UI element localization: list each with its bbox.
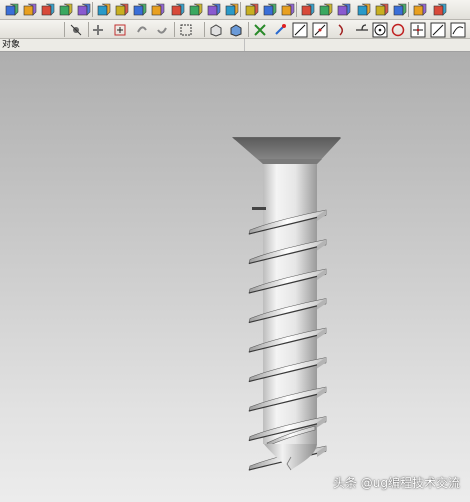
scale-icon[interactable]: [374, 2, 390, 18]
deselect-icon[interactable]: [90, 22, 106, 38]
cross-point-icon[interactable]: [410, 22, 426, 38]
boolean-icon[interactable]: [206, 2, 222, 18]
fit-icon[interactable]: [272, 22, 288, 38]
undo-select-icon[interactable]: [134, 22, 150, 38]
toolbar-separator: [174, 22, 175, 37]
feature-toolbar: [0, 0, 470, 20]
sketch-icon[interactable]: [4, 2, 20, 18]
patch-icon[interactable]: [432, 2, 448, 18]
arc-icon[interactable]: [334, 22, 350, 38]
offset-icon[interactable]: [244, 2, 260, 18]
wrap-icon[interactable]: [392, 2, 408, 18]
chamfer-icon[interactable]: [150, 2, 166, 18]
select-all-icon[interactable]: [68, 22, 84, 38]
shaded-icon[interactable]: [228, 22, 244, 38]
revolve-icon[interactable]: [40, 2, 56, 18]
watermark: 头条 @ug编程技术交流: [332, 476, 460, 490]
point-set-icon[interactable]: [252, 22, 268, 38]
circle-icon[interactable]: [390, 22, 406, 38]
emboss-icon[interactable]: [412, 2, 428, 18]
toolbar-separator: [88, 22, 89, 37]
screw-model[interactable]: [0, 52, 470, 502]
selection-bar: 对象: [0, 39, 470, 52]
view-cube-icon[interactable]: [208, 22, 224, 38]
toolbar-separator: [64, 22, 65, 37]
mirror-icon[interactable]: [336, 2, 352, 18]
thread-start-notch: [252, 207, 266, 210]
screw-tip: [264, 444, 317, 470]
face-icon[interactable]: [300, 2, 316, 18]
block-icon[interactable]: [114, 2, 130, 18]
toolbar-separator: [204, 22, 205, 37]
diagonal-line-icon[interactable]: [430, 22, 446, 38]
pattern-icon[interactable]: [76, 2, 92, 18]
line-tangent-icon[interactable]: [312, 22, 328, 38]
redo-select-icon[interactable]: [154, 22, 170, 38]
object-label: 对象: [2, 40, 21, 50]
divider: [244, 39, 245, 51]
extrude-icon[interactable]: [22, 2, 38, 18]
toolbar-separator: [248, 22, 249, 37]
ug-nx-window: 对象 头条 @ug编程技术交流: [0, 0, 470, 502]
box-select-icon[interactable]: [178, 22, 194, 38]
sew-icon[interactable]: [262, 2, 278, 18]
shell-icon[interactable]: [188, 2, 204, 18]
cylinder-icon[interactable]: [96, 2, 112, 18]
blend-icon[interactable]: [132, 2, 148, 18]
toolbar-separator: [92, 2, 93, 17]
toolbar-separator: [240, 2, 241, 17]
circle-center-icon[interactable]: [372, 22, 388, 38]
line-icon[interactable]: [292, 22, 308, 38]
hole-icon[interactable]: [170, 2, 186, 18]
graphics-viewport[interactable]: 头条 @ug编程技术交流: [0, 52, 470, 502]
thread-icon[interactable]: [280, 2, 296, 18]
move-icon[interactable]: [356, 2, 372, 18]
draft-icon[interactable]: [318, 2, 334, 18]
toolbar-separator: [296, 2, 297, 17]
snap-point-icon[interactable]: [112, 22, 128, 38]
datum-icon[interactable]: [58, 2, 74, 18]
curve-icon[interactable]: [450, 22, 466, 38]
selection-toolbar: [0, 20, 470, 56]
tangent-arc-icon[interactable]: [354, 22, 370, 38]
toolbar-separator: [408, 2, 409, 17]
trim-icon[interactable]: [224, 2, 240, 18]
